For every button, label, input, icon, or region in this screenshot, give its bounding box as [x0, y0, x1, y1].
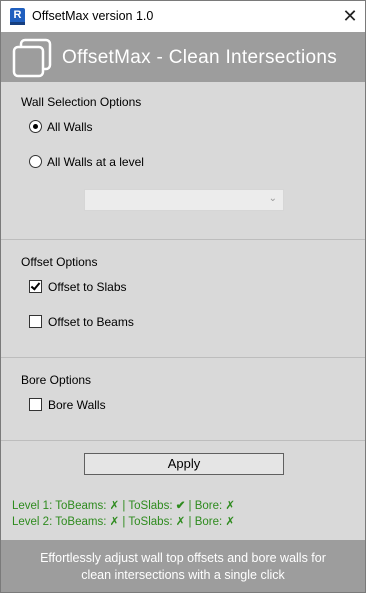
offset-to-beams-label[interactable]: Offset to Beams	[48, 315, 134, 329]
bore-walls-checkbox[interactable]	[29, 398, 42, 411]
walls-at-level-label[interactable]: All Walls at a level	[47, 155, 144, 169]
status-line-level-1: Level 1: ToBeams: ✗ | ToSlabs: ✔ | Bore:…	[12, 498, 235, 512]
offset-to-beams-checkbox[interactable]	[29, 315, 42, 328]
apply-button[interactable]: Apply	[84, 453, 284, 475]
window-title: OffsetMax version 1.0	[32, 9, 154, 23]
level-dropdown[interactable]: ⌄	[84, 189, 284, 211]
bore-options-label: Bore Options	[21, 373, 92, 387]
footer-line-1: Effortlessly adjust wall top offsets and…	[40, 551, 326, 565]
wall-selection-label: Wall Selection Options	[21, 95, 142, 109]
offset-to-slabs-checkbox[interactable]	[29, 280, 42, 293]
all-walls-radio[interactable]	[29, 120, 42, 133]
status-text: | Bore:	[185, 516, 226, 528]
section-divider	[1, 440, 365, 441]
banner-title: OffsetMax - Clean Intersections	[62, 47, 338, 68]
options-panel: Wall Selection Options All Walls All Wal…	[1, 82, 365, 540]
header-banner: OffsetMax - Clean Intersections	[1, 32, 365, 82]
footer-line-2: clean intersections with a single click	[81, 568, 285, 582]
title-bar[interactable]: R OffsetMax version 1.0 ✕	[1, 1, 365, 32]
status-text: | Bore:	[185, 500, 226, 512]
footer-banner: Effortlessly adjust wall top offsets and…	[1, 540, 365, 592]
all-walls-label[interactable]: All Walls	[47, 120, 93, 134]
cross-icon: ✗	[109, 500, 120, 512]
offsetmax-window: R OffsetMax version 1.0 ✕ OffsetMax - Cl…	[0, 0, 366, 593]
offset-options-label: Offset Options	[21, 255, 98, 269]
check-icon: ✔	[175, 500, 186, 512]
status-text: | ToSlabs:	[119, 516, 176, 528]
footer-description: Effortlessly adjust wall top offsets and…	[1, 550, 365, 584]
status-text: | ToSlabs:	[119, 500, 176, 512]
section-divider	[1, 357, 365, 358]
overlapping-squares-icon	[12, 38, 52, 78]
cross-icon: ✗	[109, 516, 120, 528]
section-divider	[1, 239, 365, 240]
cross-icon: ✗	[175, 516, 186, 528]
chevron-down-icon: ⌄	[268, 193, 277, 204]
cross-icon: ✗	[225, 516, 236, 528]
status-text: Level 1: ToBeams:	[12, 500, 110, 512]
bore-walls-label[interactable]: Bore Walls	[48, 398, 106, 412]
offset-to-slabs-label[interactable]: Offset to Slabs	[48, 280, 127, 294]
cross-icon: ✗	[225, 500, 236, 512]
status-line-level-2: Level 2: ToBeams: ✗ | ToSlabs: ✗ | Bore:…	[12, 514, 235, 528]
close-button[interactable]: ✕	[337, 5, 363, 27]
app-icon-letter: R	[13, 9, 22, 21]
walls-at-level-radio[interactable]	[29, 155, 42, 168]
revit-app-icon: R	[10, 8, 25, 25]
status-text: Level 2: ToBeams:	[12, 516, 110, 528]
